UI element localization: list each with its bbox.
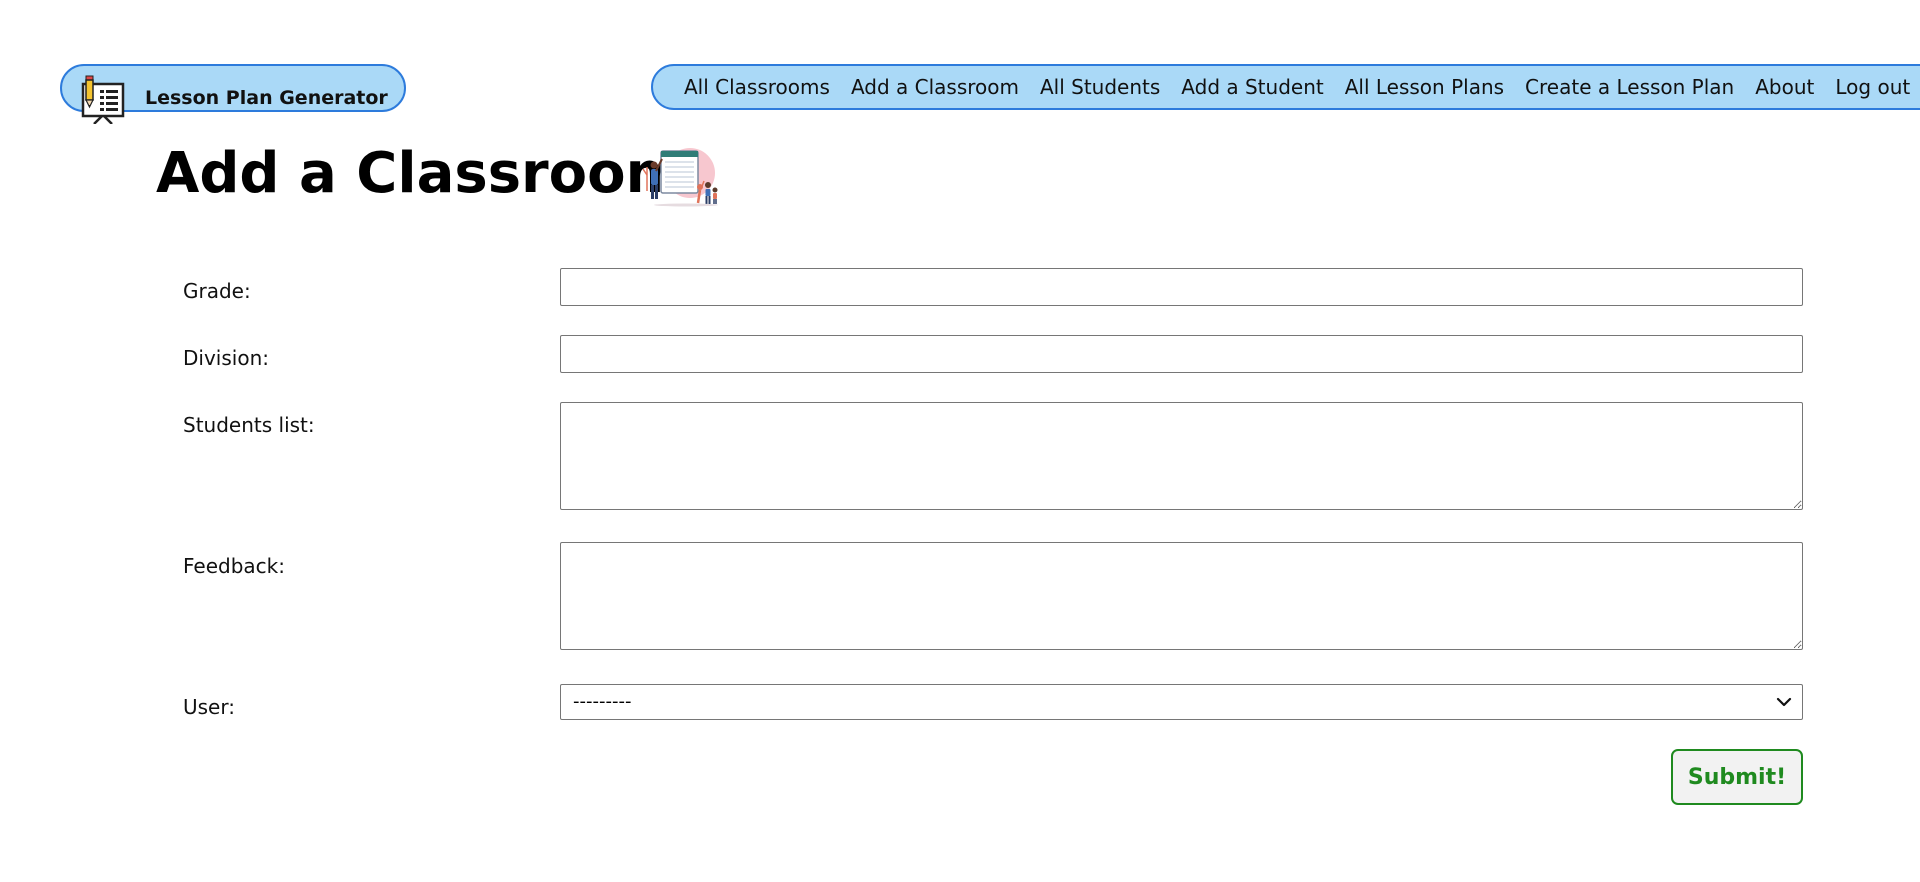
classroom-illustration (642, 148, 718, 207)
brand-pill[interactable]: Lesson Plan Generator (60, 64, 406, 124)
feedback-textarea[interactable] (560, 542, 1803, 650)
nav-all-students[interactable]: All Students (1040, 77, 1160, 97)
user-select[interactable]: --------- (560, 684, 1803, 720)
students-list-label: Students list: (183, 413, 315, 437)
nav-about[interactable]: About (1755, 77, 1814, 97)
nav-add-student[interactable]: Add a Student (1181, 77, 1323, 97)
division-label: Division: (183, 346, 269, 370)
grade-label: Grade: (183, 279, 251, 303)
page-title: Add a Classroom (156, 141, 684, 206)
submit-button[interactable]: Submit! (1671, 749, 1803, 805)
nav-log-out[interactable]: Log out (1835, 77, 1910, 97)
grade-input[interactable] (560, 268, 1803, 306)
nav-add-classroom[interactable]: Add a Classroom (851, 77, 1019, 97)
lesson-board-icon (81, 75, 125, 124)
main-nav: All Classrooms Add a Classroom All Stude… (651, 64, 1920, 110)
feedback-label: Feedback: (183, 554, 285, 578)
user-select-value: --------- (573, 691, 632, 712)
students-list-textarea[interactable] (560, 402, 1803, 510)
nav-all-lesson-plans[interactable]: All Lesson Plans (1345, 77, 1504, 97)
nav-all-classrooms[interactable]: All Classrooms (684, 77, 830, 97)
user-label: User: (183, 695, 235, 719)
division-input[interactable] (560, 335, 1803, 373)
brand-title[interactable]: Lesson Plan Generator (145, 89, 388, 108)
nav-create-lesson-plan[interactable]: Create a Lesson Plan (1525, 77, 1734, 97)
chevron-down-icon (1776, 697, 1792, 707)
